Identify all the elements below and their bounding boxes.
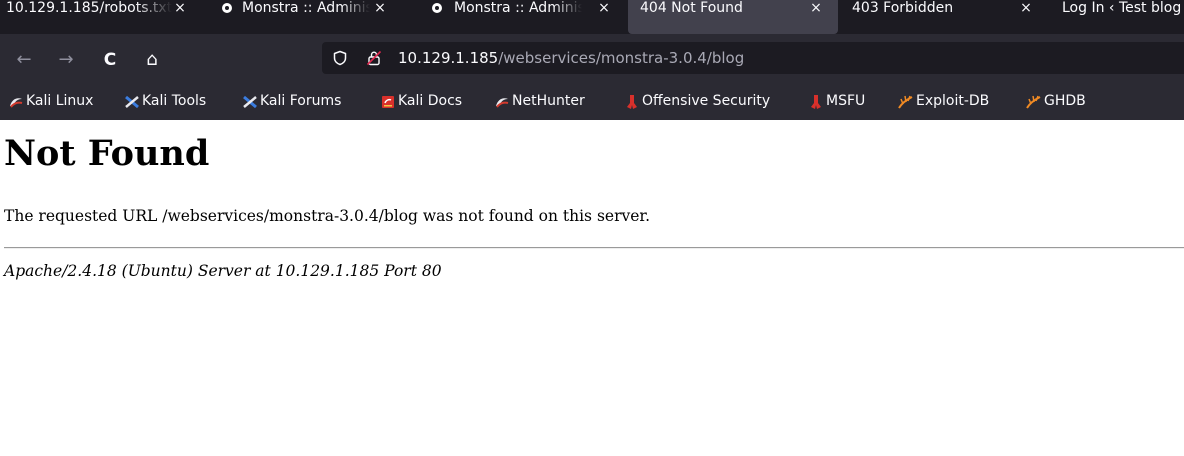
- url-text[interactable]: 10.129.1.185/webservices/monstra-3.0.4/b…: [398, 49, 744, 67]
- bookmark-label: Offensive Security: [642, 93, 771, 109]
- page-title: Not Found: [4, 133, 210, 174]
- tab-title: 403 Forbidden: [852, 0, 954, 16]
- exploit-db-icon: [898, 95, 913, 109]
- tab-close-icon[interactable]: ×: [596, 0, 612, 16]
- tab-title: Monstra :: Administration: [242, 0, 370, 16]
- tab-login-test-blog[interactable]: Log In ‹ Test blog: [1044, 0, 1184, 34]
- bookmark-label: Kali Linux: [26, 93, 94, 109]
- offsec-icon: [627, 95, 637, 109]
- tab-close-icon[interactable]: ×: [372, 0, 388, 16]
- reload-icon[interactable]: C: [100, 50, 120, 70]
- navigation-toolbar: ← → C ⌂ 10.129.1.185/webservices/monstra…: [0, 34, 1184, 86]
- divider: [4, 247, 1184, 249]
- tab-monstra-admin-2[interactable]: Monstra :: Administration ×: [414, 0, 628, 34]
- forward-arrow-icon[interactable]: →: [56, 50, 76, 70]
- error-message: The requested URL /webservices/monstra-3…: [4, 207, 651, 225]
- tab-title: Log In ‹ Test blog: [1062, 0, 1182, 16]
- bookmark-label: NetHunter: [512, 93, 585, 109]
- nethunter-icon: [496, 98, 509, 108]
- url-path: /webservices/monstra-3.0.4/blog: [498, 49, 745, 67]
- tracking-protection-shield-icon[interactable]: [332, 50, 348, 66]
- tab-title: 10.129.1.185/robots.txt: [6, 0, 172, 16]
- insecure-lock-icon[interactable]: [366, 50, 382, 66]
- bookmark-label: Exploit-DB: [916, 93, 990, 109]
- bookmark-label: Kali Forums: [260, 93, 342, 109]
- tab-404-not-found[interactable]: 404 Not Found ×: [628, 0, 838, 34]
- monstra-favicon-icon: [432, 3, 442, 13]
- url-bar[interactable]: 10.129.1.185/webservices/monstra-3.0.4/b…: [322, 42, 1184, 74]
- tab-bar: 10.129.1.185/robots.txt × Monstra :: Adm…: [0, 0, 1184, 34]
- kali-docs-icon: [382, 96, 394, 108]
- ghdb-icon: [1026, 95, 1041, 109]
- back-arrow-icon[interactable]: ←: [14, 50, 34, 70]
- kali-forums-icon: [243, 95, 257, 109]
- kali-dragon-icon: [10, 98, 23, 108]
- monstra-favicon-icon: [222, 3, 232, 13]
- tab-close-icon[interactable]: ×: [172, 0, 188, 16]
- bookmark-label: GHDB: [1044, 93, 1086, 109]
- bookmarks-toolbar: Kali Linux Kali Tools Kali Forums Kali D…: [0, 86, 1184, 120]
- tab-close-icon[interactable]: ×: [1018, 0, 1034, 16]
- tab-title: 404 Not Found: [640, 0, 743, 16]
- bookmark-label: Kali Tools: [142, 93, 207, 109]
- kali-tools-icon: [125, 95, 139, 109]
- server-signature: Apache/2.4.18 (Ubuntu) Server at 10.129.…: [4, 262, 442, 280]
- tab-close-icon[interactable]: ×: [808, 0, 824, 16]
- bookmark-label: MSFU: [826, 93, 866, 109]
- home-icon[interactable]: ⌂: [142, 50, 162, 70]
- msfu-icon: [811, 95, 821, 109]
- page-content: Not Found The requested URL /webservices…: [0, 120, 1184, 456]
- tab-title: Monstra :: Administration: [454, 0, 582, 16]
- bookmark-label: Kali Docs: [398, 93, 463, 109]
- tab-403-forbidden[interactable]: 403 Forbidden ×: [838, 0, 1044, 34]
- url-host: 10.129.1.185: [398, 49, 499, 67]
- tab-robots[interactable]: 10.129.1.185/robots.txt ×: [0, 0, 204, 34]
- tab-monstra-admin-1[interactable]: Monstra :: Administration ×: [204, 0, 414, 34]
